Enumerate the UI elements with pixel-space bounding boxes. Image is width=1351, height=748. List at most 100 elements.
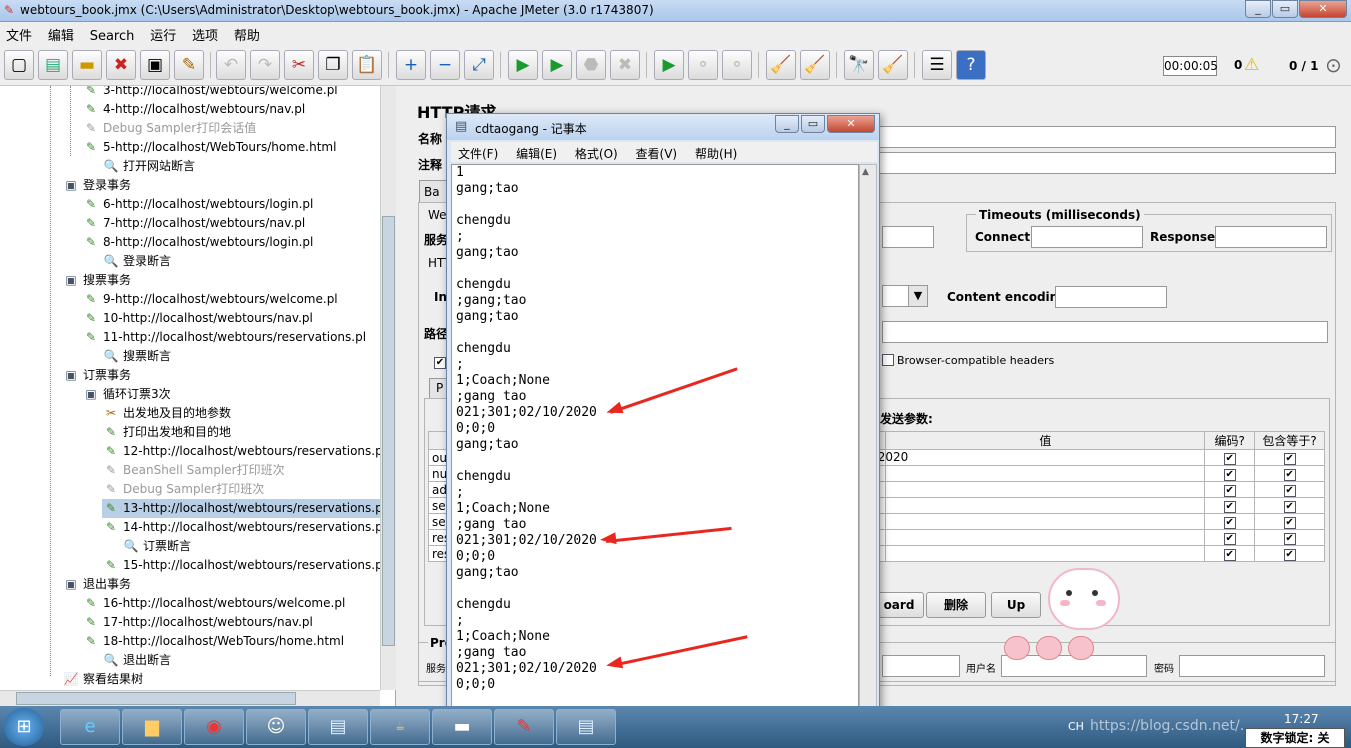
save-icon[interactable]: ▣ <box>140 50 170 80</box>
tree-horizontal-scrollbar[interactable] <box>0 690 380 706</box>
name-field[interactable] <box>874 126 1336 148</box>
menu-help[interactable]: 帮助 <box>228 22 266 44</box>
open-icon[interactable]: ▬ <box>72 50 102 80</box>
tree-node-17[interactable]: ✎ 17-http://localhost/webtours/nav.pl <box>82 613 313 632</box>
tree-node-logout-txn[interactable]: ▣ 退出事务 <box>62 575 131 594</box>
menu-edit[interactable]: 编辑 <box>42 22 80 44</box>
delete-button[interactable]: 删除 <box>926 592 986 618</box>
notepad-close-button[interactable]: ✕ <box>827 115 875 133</box>
proxy-password-field[interactable] <box>1179 655 1325 677</box>
clipboard-button[interactable]: oard <box>874 592 924 618</box>
chevron-down-icon[interactable]: ▼ <box>908 285 928 307</box>
collapse-all-icon[interactable]: − <box>430 50 460 80</box>
tree-node-10[interactable]: ✎ 10-http://localhost/webtours/nav.pl <box>82 309 313 328</box>
tree-node-debug-session[interactable]: ✎ Debug Sampler打印会话值 <box>82 119 256 138</box>
comment-field[interactable] <box>874 152 1336 174</box>
notepad-menu-help[interactable]: 帮助(H) <box>688 142 744 162</box>
tree-node-13-selected[interactable]: ✎ 13-http://localhost/webtours/reservatio… <box>102 499 395 518</box>
tree-node-12[interactable]: ✎ 12-http://localhost/webtours/reservatio… <box>102 442 386 461</box>
tree-node-open-assert[interactable]: 🔍 打开网站断言 <box>102 157 196 176</box>
tree-node-7[interactable]: ✎ 7-http://localhost/webtours/nav.pl <box>82 214 305 233</box>
app-face-icon[interactable]: ☺ <box>246 709 306 745</box>
new-icon[interactable]: ▢ <box>4 50 34 80</box>
tree-node-3[interactable]: ✎ 3-http://localhost/webtours/welcome.pl <box>82 86 338 100</box>
tree-node-debug-flight[interactable]: ✎ Debug Sampler打印班次 <box>102 480 264 499</box>
connect-timeout-field[interactable] <box>1031 226 1143 248</box>
tree-node-18[interactable]: ✎ 18-http://localhost/WebTours/home.html <box>82 632 344 651</box>
stop-icon[interactable]: ⬣ <box>576 50 606 80</box>
paste-icon[interactable]: 📋 <box>352 50 382 80</box>
reset-search-icon[interactable]: 🧹 <box>878 50 908 80</box>
close-button[interactable]: ✕ <box>1299 0 1347 18</box>
tree-node-9[interactable]: ✎ 9-http://localhost/webtours/welcome.pl <box>82 290 338 309</box>
clock[interactable]: 17:27 <box>1284 712 1319 726</box>
tree-node-15[interactable]: ✎ 15-http://localhost/webtours/reservatio… <box>102 556 386 575</box>
tab-basic[interactable]: Ba <box>419 180 449 202</box>
menu-options[interactable]: 选项 <box>186 22 224 44</box>
tree-node-11[interactable]: ✎ 11-http://localhost/webtours/reservatio… <box>82 328 366 347</box>
start-icon[interactable]: ▶ <box>508 50 538 80</box>
notepad-maximize-button[interactable]: ▭ <box>801 115 825 133</box>
expand-all-icon[interactable]: + <box>396 50 426 80</box>
browser-headers-checkbox[interactable] <box>882 354 894 369</box>
clear-all-icon[interactable]: 🧹 <box>800 50 830 80</box>
tree-node-book-txn[interactable]: ▣ 订票事务 <box>62 366 131 385</box>
notepad-menu-file[interactable]: 文件(F) <box>451 142 505 162</box>
tree-node-beanshell[interactable]: ✎ BeanShell Sampler打印班次 <box>102 461 285 480</box>
response-timeout-field[interactable] <box>1215 226 1327 248</box>
explorer-icon[interactable]: ▆ <box>122 709 182 745</box>
proxy-port-field[interactable] <box>882 655 960 677</box>
notepad-menu-edit[interactable]: 编辑(E) <box>509 142 564 162</box>
search-icon[interactable]: 🔭 <box>844 50 874 80</box>
tree-node-result-tree[interactable]: 📈 察看结果树 <box>62 670 144 689</box>
remote-start-icon[interactable]: ▶ <box>654 50 684 80</box>
tree-node-6[interactable]: ✎ 6-http://localhost/webtours/login.pl <box>82 195 313 214</box>
tree-node-14[interactable]: ✎ 14-http://localhost/webtours/reservatio… <box>102 518 386 537</box>
tree-node-8[interactable]: ✎ 8-http://localhost/webtours/login.pl <box>82 233 313 252</box>
notepad-text-area[interactable]: 1 gang;tao chengdu; gang;tao chengdu ;gang;… <box>451 164 859 712</box>
help-icon[interactable]: ? <box>956 50 986 80</box>
redo-icon[interactable]: ↷ <box>250 50 280 80</box>
tree-node-4[interactable]: ✎ 4-http://localhost/webtours/nav.pl <box>82 100 305 119</box>
minimize-button[interactable]: _ <box>1245 0 1271 18</box>
maximize-button[interactable]: ▭ <box>1272 0 1298 18</box>
remote-stop-icon[interactable]: ⚬ <box>688 50 718 80</box>
eclipse-icon[interactable]: ☕ <box>370 709 430 745</box>
notepad-task-icon[interactable]: ▤ <box>308 709 368 745</box>
tree-node-login-txn[interactable]: ▣ 登录事务 <box>62 176 131 195</box>
content-encoding-field[interactable] <box>1055 286 1167 308</box>
notepad-scrollbar[interactable]: ▲ <box>859 164 877 712</box>
tree-node-loop[interactable]: ▣ 循环订票3次 <box>82 385 170 404</box>
cut-icon[interactable]: ✂ <box>284 50 314 80</box>
toggle-icon[interactable]: ⤢ <box>464 50 494 80</box>
redirect-checkbox[interactable]: ✔ <box>434 354 446 369</box>
tree-node-login-assert[interactable]: 🔍 登录断言 <box>102 252 172 271</box>
clear-icon[interactable]: 🧹 <box>766 50 796 80</box>
start-no-pause-icon[interactable]: ▶ <box>542 50 572 80</box>
close-file-icon[interactable]: ✖ <box>106 50 136 80</box>
tree-node-5[interactable]: ✎ 5-http://localhost/WebTours/home.html <box>82 138 336 157</box>
port-field[interactable] <box>882 226 934 248</box>
up-button[interactable]: Up <box>991 592 1041 618</box>
jmeter-task-icon[interactable]: ✎ <box>494 709 554 745</box>
warning-icon[interactable]: ⚠ <box>1244 55 1259 75</box>
tree-node-params[interactable]: ✂ 出发地及目的地参数 <box>102 404 231 423</box>
notepad-minimize-button[interactable]: _ <box>775 115 799 133</box>
notepad2-task-icon[interactable]: ▤ <box>556 709 616 745</box>
menu-file[interactable]: 文件 <box>0 22 38 44</box>
tree-node-print-route[interactable]: ✎ 打印出发地和目的地 <box>102 423 231 442</box>
menu-search[interactable]: Search <box>84 26 141 44</box>
shutdown-icon[interactable]: ✖ <box>610 50 640 80</box>
tree-vertical-scrollbar[interactable] <box>380 86 396 690</box>
cmd-icon[interactable]: ▬ <box>432 709 492 745</box>
ie-icon[interactable]: e <box>60 709 120 745</box>
tree-node-search-assert[interactable]: 🔍 搜票断言 <box>102 347 172 366</box>
templates-icon[interactable]: ▤ <box>38 50 68 80</box>
tree-node-16[interactable]: ✎ 16-http://localhost/webtours/welcome.pl <box>82 594 345 613</box>
tray-language[interactable]: CH <box>1068 720 1084 733</box>
path-field[interactable] <box>882 321 1328 343</box>
undo-icon[interactable]: ↶ <box>216 50 246 80</box>
tree-node-search-txn[interactable]: ▣ 搜票事务 <box>62 271 131 290</box>
notepad-menu-view[interactable]: 查看(V) <box>629 142 685 162</box>
chrome-icon[interactable]: ◉ <box>184 709 244 745</box>
